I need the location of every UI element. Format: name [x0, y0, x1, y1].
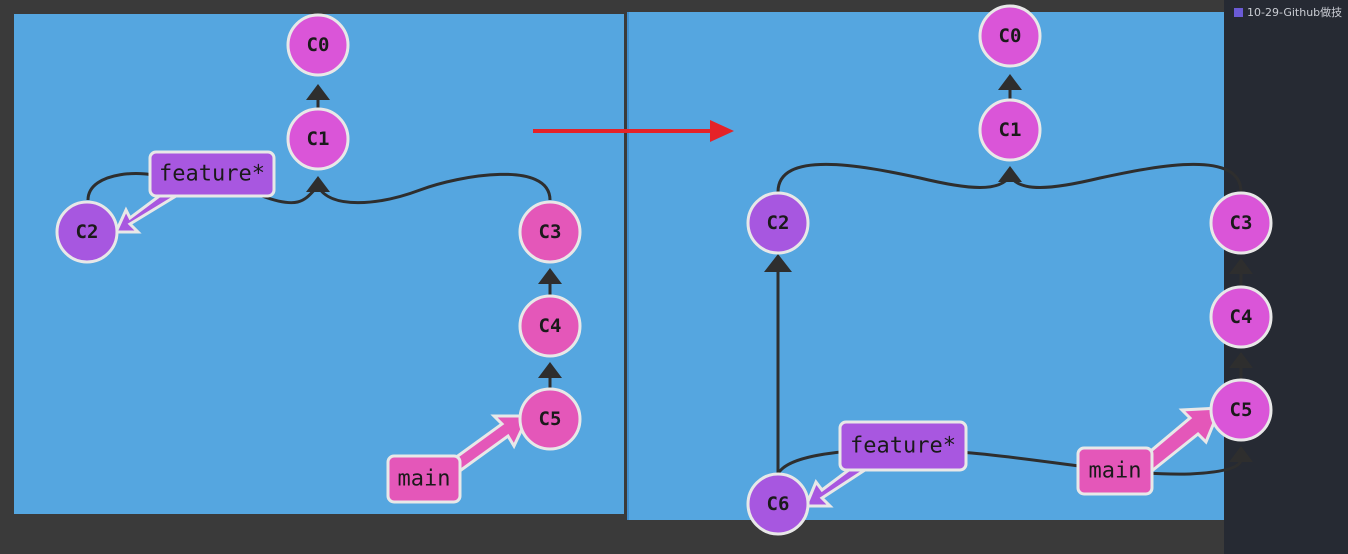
edge-c3-c1	[316, 172, 552, 205]
arrowhead-c0	[306, 84, 330, 100]
commit-label: C5	[539, 408, 562, 430]
edge-c3-c1	[1008, 162, 1243, 193]
commit-label: C1	[307, 128, 330, 150]
feature-branch-label: feature*	[850, 434, 956, 459]
arrowhead-c5	[1229, 446, 1253, 462]
before-graph: C0 C1 C2 C3 C4 C5 feature* main	[55, 13, 582, 504]
commit-label: C4	[539, 315, 562, 337]
git-branch-diagram: C0 C1 C2 C3 C4 C5 feature* main C0 C1 C2…	[55, 4, 1273, 536]
arrowhead-c2	[764, 254, 792, 272]
commit-label: C3	[539, 221, 562, 243]
arrowhead-c1	[306, 176, 330, 192]
arrowhead-c4	[538, 362, 562, 378]
feature-branch-label: feature*	[159, 162, 265, 187]
after-graph: C0 C1 C2 C3 C4 C5 C6 feature* main	[746, 4, 1273, 536]
commit-label: C3	[1230, 212, 1253, 234]
commit-label: C0	[999, 25, 1022, 47]
edge-c2-c1	[776, 162, 1012, 193]
commit-label: C6	[767, 493, 790, 515]
arrowhead-c0	[998, 74, 1022, 90]
main-branch-label: main	[398, 467, 451, 492]
commit-label: C2	[76, 221, 99, 243]
transition-arrow-head	[710, 120, 734, 142]
main-branch-label: main	[1089, 459, 1142, 484]
commit-label: C4	[1230, 306, 1253, 328]
arrowhead-c3	[538, 268, 562, 284]
arrowhead-c4	[1229, 352, 1253, 368]
commit-label: C1	[999, 119, 1022, 141]
commit-label: C0	[307, 34, 330, 56]
commit-label: C5	[1230, 399, 1253, 421]
arrowhead-c1	[998, 166, 1022, 182]
commit-label: C2	[767, 212, 790, 234]
arrowhead-c3	[1229, 258, 1253, 274]
